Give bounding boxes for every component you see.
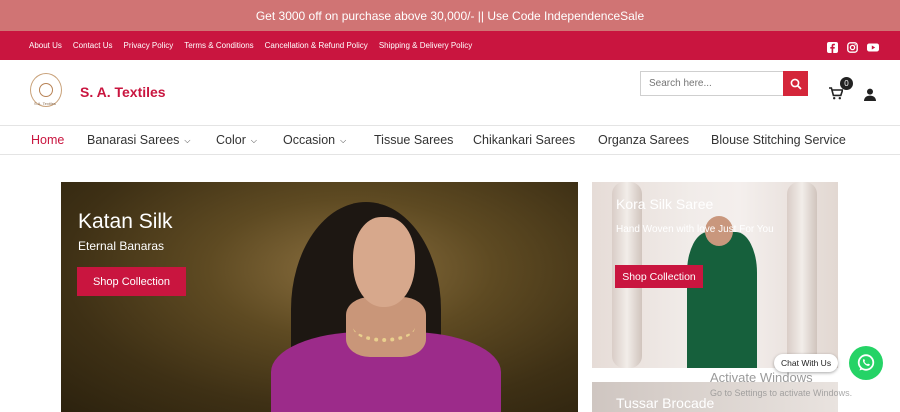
cart-icon bbox=[829, 87, 844, 100]
kora-shop-collection-button[interactable]: Shop Collection bbox=[615, 265, 703, 288]
windows-activation-watermark: Activate Windows bbox=[710, 370, 813, 385]
nav-item-chikankari-sarees[interactable]: Chikankari Sarees bbox=[473, 133, 575, 147]
hero-model-necklace bbox=[353, 312, 415, 342]
privacy-policy-link[interactable]: Privacy Policy bbox=[123, 41, 173, 50]
windows-activation-hint: Go to Settings to activate Windows. bbox=[710, 388, 853, 398]
user-icon bbox=[864, 88, 876, 101]
top-link-bar: About Us Contact Us Privacy Policy Terms… bbox=[0, 31, 900, 60]
contact-us-link[interactable]: Contact Us bbox=[73, 41, 113, 50]
nav-item-banarasi-sarees[interactable]: Banarasi Sarees ⌵ bbox=[87, 133, 191, 147]
hero-shop-collection-button[interactable]: Shop Collection bbox=[77, 267, 186, 296]
social-links bbox=[827, 40, 879, 53]
search-bar bbox=[640, 71, 808, 96]
cancellation-refund-link[interactable]: Cancellation & Refund Policy bbox=[265, 41, 368, 50]
cart-count-badge: 0 bbox=[840, 77, 853, 90]
tussar-brocade-title: Tussar Brocade bbox=[616, 395, 715, 411]
promo-banner: Get 3000 off on purchase above 30,000/- … bbox=[0, 0, 900, 31]
nav-label: Tissue Sarees bbox=[374, 133, 454, 147]
nav-label: Chikankari Sarees bbox=[473, 133, 576, 147]
nav-item-color[interactable]: Color ⌵ bbox=[216, 133, 257, 147]
nav-item-occasion[interactable]: Occasion ⌵ bbox=[283, 133, 346, 147]
promo-text: Get 3000 off on purchase above 30,000/- … bbox=[255, 8, 645, 23]
nav-item-organza-sarees[interactable]: Organza Sarees bbox=[598, 133, 689, 147]
brand-name[interactable]: S. A. Textiles bbox=[80, 84, 166, 100]
chevron-down-icon: ⌵ bbox=[250, 136, 257, 145]
whatsapp-chat-button[interactable] bbox=[849, 346, 883, 380]
whatsapp-icon bbox=[857, 354, 875, 371]
site-header: S.A. Textiles S. A. Textiles 0 bbox=[0, 60, 900, 126]
nav-item-blouse-stitching[interactable]: Blouse Stitching Service bbox=[711, 133, 846, 147]
facebook-icon[interactable] bbox=[827, 40, 838, 53]
youtube-icon[interactable] bbox=[867, 40, 879, 52]
shipping-delivery-link[interactable]: Shipping & Delivery Policy bbox=[379, 41, 472, 50]
nav-label: Organza Sarees bbox=[598, 133, 690, 147]
hero-title: Katan Silk bbox=[78, 210, 173, 233]
nav-label: Banarasi Sarees bbox=[87, 133, 180, 147]
terms-conditions-link[interactable]: Terms & Conditions bbox=[184, 41, 253, 50]
hero-subtitle: Eternal Banaras bbox=[78, 239, 165, 253]
search-button[interactable] bbox=[783, 71, 808, 96]
banner-model-saree bbox=[687, 232, 757, 368]
nav-label: Home bbox=[31, 133, 65, 147]
kora-silk-subtitle: Hand Woven with love Just For You bbox=[616, 224, 774, 235]
banner-pillar bbox=[787, 182, 817, 368]
kora-silk-title: Kora Silk Saree bbox=[616, 196, 714, 212]
search-input[interactable] bbox=[641, 72, 784, 95]
main-navigation: Home Banarasi Sarees ⌵ Color ⌵ Occasion ⌵ T… bbox=[0, 126, 900, 155]
chat-with-us-label[interactable]: Chat With Us bbox=[774, 354, 839, 372]
nav-item-tissue-sarees[interactable]: Tissue Sarees bbox=[374, 133, 453, 147]
nav-label: Occasion bbox=[283, 133, 336, 147]
about-us-link[interactable]: About Us bbox=[29, 41, 62, 50]
nav-label: Color bbox=[216, 133, 246, 147]
logo-caption: S.A. Textiles bbox=[34, 101, 56, 106]
account-button[interactable] bbox=[864, 88, 876, 106]
search-icon bbox=[790, 78, 802, 90]
nav-item-home[interactable]: Home bbox=[31, 133, 64, 147]
cart-button[interactable] bbox=[829, 87, 844, 105]
chevron-down-icon: ⌵ bbox=[184, 136, 191, 145]
instagram-icon[interactable] bbox=[847, 40, 858, 53]
chevron-down-icon: ⌵ bbox=[340, 136, 347, 145]
hero-model-face bbox=[353, 217, 415, 307]
nav-label: Blouse Stitching Service bbox=[711, 133, 846, 147]
